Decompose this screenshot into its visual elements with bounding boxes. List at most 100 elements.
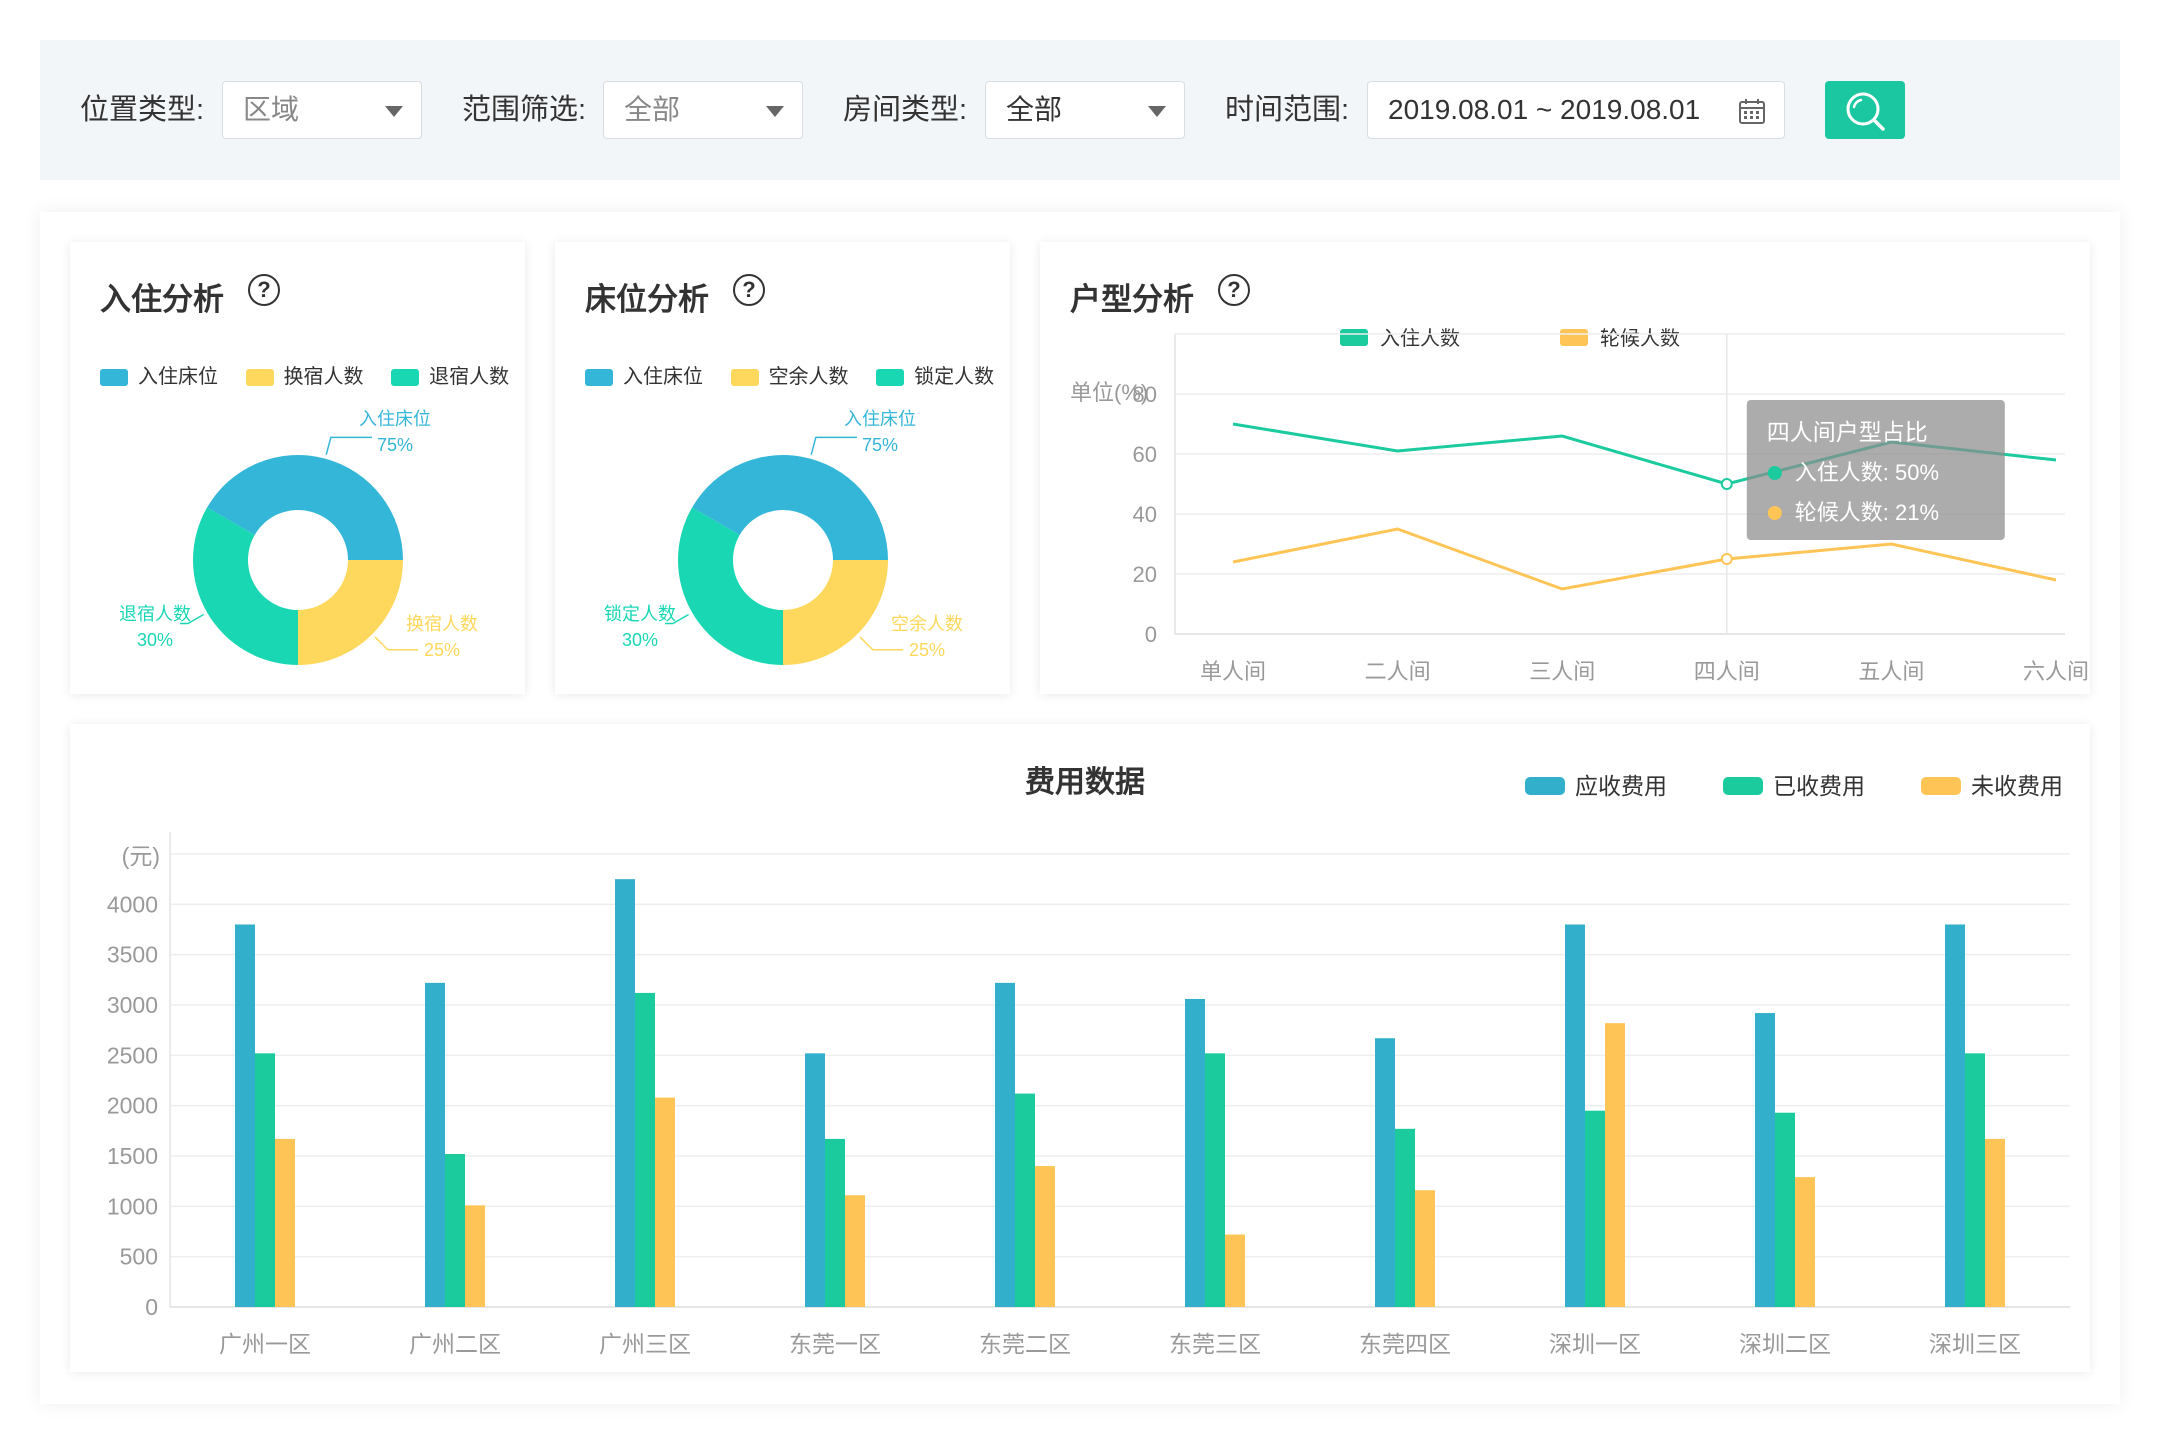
tooltip-marker xyxy=(1767,466,1782,480)
donut-slice xyxy=(678,507,783,665)
slice-percent: 25% xyxy=(909,640,945,660)
time-range-label: 时间范围: xyxy=(1225,94,1350,126)
y-tick-label: 40 xyxy=(1133,502,1157,527)
y-tick-label: 3000 xyxy=(107,992,158,1018)
bar xyxy=(825,1138,845,1307)
range-filter-value: 全部 xyxy=(624,94,681,125)
legend-label: 轮候人数 xyxy=(1600,327,1680,350)
bar xyxy=(1415,1190,1435,1307)
x-tick-label: 深圳一区 xyxy=(1549,1331,1641,1357)
checkin-analysis-card: 入住分析 ? 入住床位 换宿人数 退宿人数 入住床位 75% 换宿人数 25% 退宿人数… xyxy=(70,242,525,694)
x-tick-label: 广州一区 xyxy=(219,1331,311,1357)
chart-title: 费用数据 xyxy=(1025,766,1145,799)
bar xyxy=(1755,1013,1775,1307)
location-type-select[interactable]: 区域 xyxy=(222,81,422,139)
bar xyxy=(635,992,655,1307)
calendar-icon[interactable] xyxy=(1738,97,1766,125)
legend-swatch xyxy=(1560,329,1588,346)
bar xyxy=(1015,1093,1035,1307)
tooltip-marker xyxy=(1767,506,1782,520)
slice-percent: 30% xyxy=(622,630,658,650)
x-tick-label: 东莞四区 xyxy=(1359,1331,1451,1357)
bar xyxy=(1945,924,1965,1307)
y-tick-label: 1500 xyxy=(107,1143,158,1169)
x-tick-label: 六人间 xyxy=(2023,659,2089,684)
data-point xyxy=(1720,553,1733,565)
room-type-line-chart: 入住人数 轮候人数单位(%)020406080单人间 二人间 三人间 四人间 五人间 六人间… xyxy=(1070,327,2089,684)
fee-bar-chart: 费用数据 应收费用 已收费用 未收费用 (元) 0 500 1000 1500 2000 2500 3… xyxy=(107,766,2070,1357)
leader-line xyxy=(859,636,903,651)
bar xyxy=(465,1205,485,1307)
bar xyxy=(1795,1177,1815,1307)
x-tick-label: 广州三区 xyxy=(599,1331,691,1357)
slice-label: 入住床位 xyxy=(844,409,916,429)
room-type-label: 房间类型: xyxy=(843,94,968,126)
x-tick-label: 深圳三区 xyxy=(1929,1331,2021,1357)
y-tick-label: 0 xyxy=(1145,622,1157,647)
fee-data-card: 费用数据 应收费用 已收费用 未收费用 (元) 0 500 1000 1500 2000 2500 3… xyxy=(70,724,2090,1372)
y-tick-label: 60 xyxy=(1133,442,1157,467)
bar xyxy=(845,1195,865,1307)
slice-label: 退宿人数 xyxy=(119,604,191,624)
slice-percent: 75% xyxy=(862,435,898,455)
slice-label: 换宿人数 xyxy=(406,614,478,634)
y-tick-label: 3500 xyxy=(107,942,158,968)
y-tick-label: 2000 xyxy=(107,1093,158,1119)
range-filter-select[interactable]: 全部 xyxy=(603,81,803,139)
search-button[interactable] xyxy=(1825,81,1905,139)
dashboard-panel: 入住分析 ? 入住床位 换宿人数 退宿人数 入住床位 75% 换宿人数 25% 退宿人数… xyxy=(40,212,2120,1404)
x-tick-label: 东莞二区 xyxy=(979,1331,1071,1357)
bar xyxy=(1605,1023,1625,1307)
slice-percent: 30% xyxy=(137,630,173,650)
legend-swatch xyxy=(1340,329,1368,346)
leader-line xyxy=(374,636,418,651)
legend-swatch xyxy=(1525,777,1565,795)
room-type-value: 全部 xyxy=(1006,94,1063,125)
date-range-input[interactable]: 2019.08.01 ~ 2019.08.01 xyxy=(1367,81,1785,139)
bar xyxy=(445,1153,465,1307)
y-tick-label: 2500 xyxy=(107,1042,158,1068)
caret-down-icon xyxy=(766,106,784,117)
caret-down-icon xyxy=(1148,106,1166,117)
y-tick-label: 80 xyxy=(1133,382,1157,407)
legend-label: 未收费用 xyxy=(1971,773,2063,799)
legend-label: 已收费用 xyxy=(1773,773,1865,799)
x-tick-label: 东莞三区 xyxy=(1169,1331,1261,1357)
bar xyxy=(1225,1234,1245,1307)
bar xyxy=(255,1053,275,1307)
bar xyxy=(655,1097,675,1307)
slice-percent: 25% xyxy=(424,640,460,660)
caret-down-icon xyxy=(385,106,403,117)
y-tick-label: 0 xyxy=(145,1294,158,1320)
tooltip-line: 入住人数: 50% xyxy=(1795,460,1939,485)
date-range-value: 2019.08.01 ~ 2019.08.01 xyxy=(1388,94,1701,125)
bar xyxy=(615,879,635,1307)
x-tick-label: 深圳二区 xyxy=(1739,1331,1831,1357)
bar xyxy=(1775,1112,1795,1307)
bed-analysis-card: 床位分析 ? 入住床位 空余人数 锁定人数 入住床位 75% 空余人数 25% 锁定人数… xyxy=(555,242,1010,694)
bar xyxy=(1375,1038,1395,1307)
bar xyxy=(995,982,1015,1307)
leader-line xyxy=(810,436,857,455)
legend-swatch xyxy=(1723,777,1763,795)
bar xyxy=(805,1053,825,1307)
tooltip-title: 四人间户型占比 xyxy=(1767,419,1928,445)
checkin-donut-chart: 入住床位 75% 换宿人数 25% 退宿人数 30% xyxy=(119,409,478,665)
bar xyxy=(1395,1128,1415,1307)
bar xyxy=(235,924,255,1307)
room-type-select[interactable]: 全部 xyxy=(985,81,1185,139)
bar xyxy=(1205,1053,1225,1307)
y-axis-label: (元) xyxy=(122,843,160,869)
donut-slice xyxy=(193,507,298,665)
bar xyxy=(425,982,445,1307)
location-type-label: 位置类型: xyxy=(80,94,205,126)
bar xyxy=(275,1138,295,1307)
bar xyxy=(1185,998,1205,1307)
room-type-analysis-card: 户型分析 ? 入住人数 轮候人数 单位(%) 0 20 40 60 80 单人间 二人间 三人间 四人… xyxy=(1040,242,2090,694)
filter-bar: 位置类型: 区域 范围筛选: 全部 房间类型: 全部 时间范围: 2019.08… xyxy=(40,40,2120,180)
slice-label: 锁定人数 xyxy=(604,604,676,624)
bar xyxy=(1985,1138,2005,1307)
y-tick-label: 500 xyxy=(120,1244,158,1270)
legend-label: 入住人数 xyxy=(1380,327,1460,350)
search-icon xyxy=(1846,92,1885,131)
